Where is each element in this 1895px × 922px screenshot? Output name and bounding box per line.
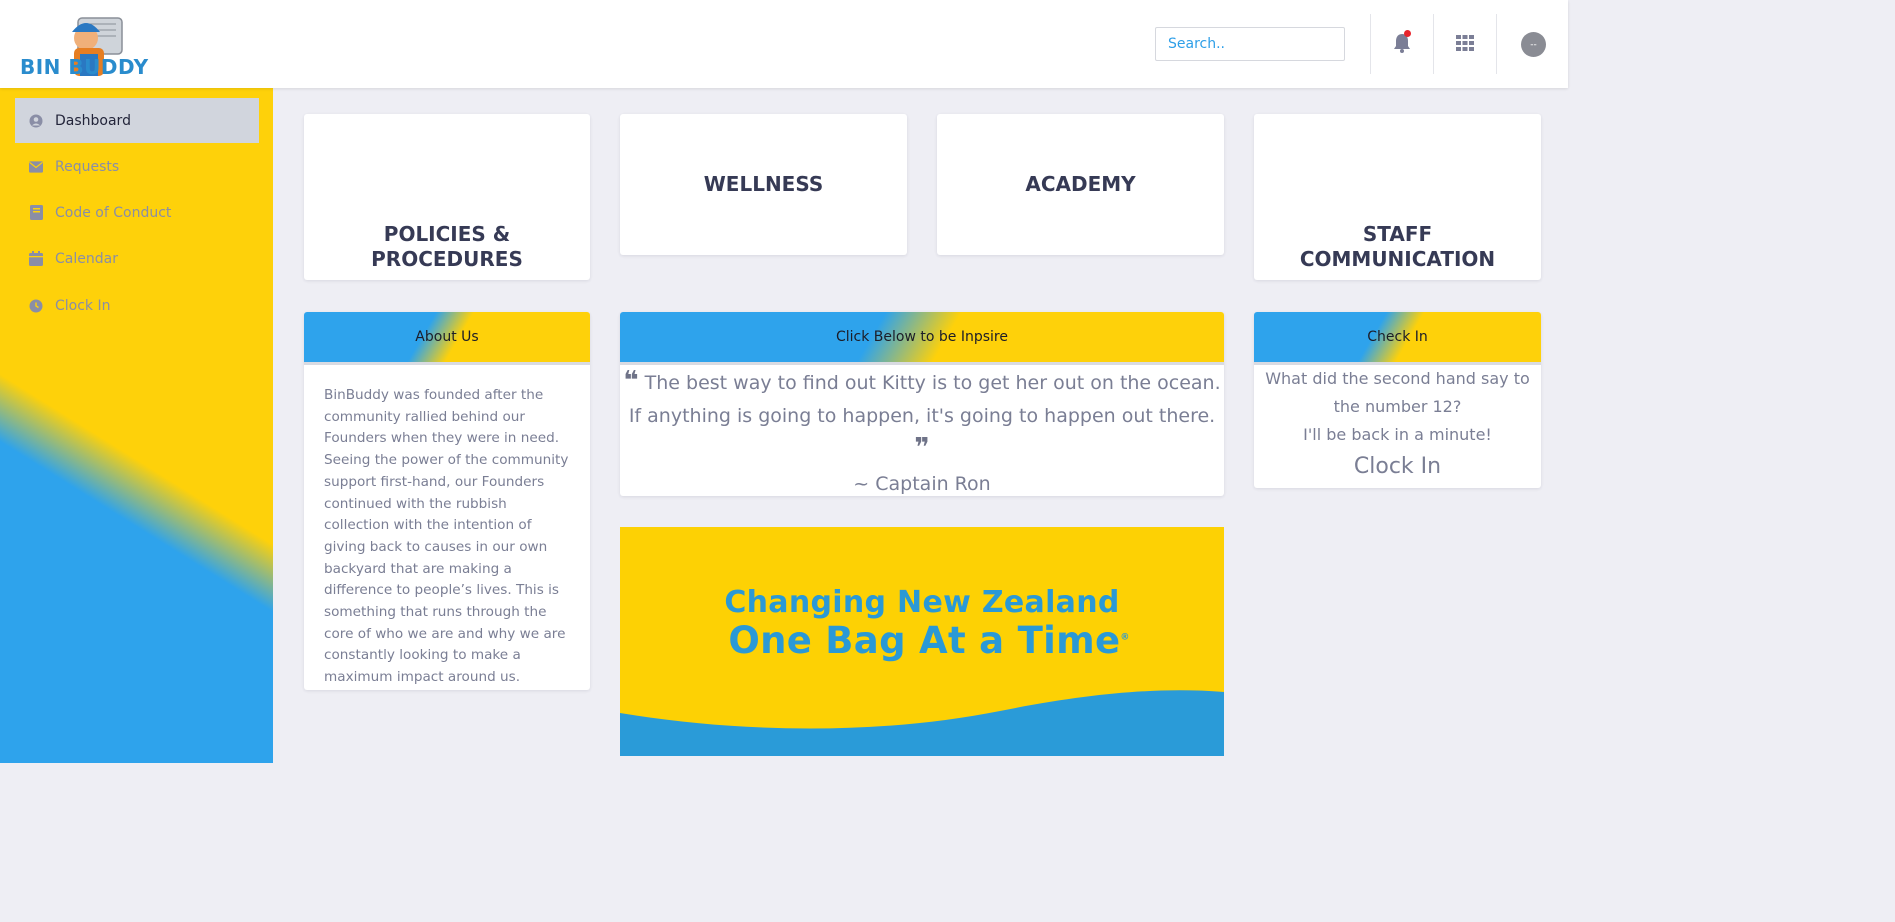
- sidebar-item-clock-in[interactable]: Clock In: [15, 283, 259, 328]
- about-us-panel: About Us BinBuddy was founded after the …: [304, 312, 590, 690]
- grid-icon: [1456, 35, 1474, 51]
- sidebar-item-code-of-conduct[interactable]: Code of Conduct: [15, 190, 259, 235]
- joke-question: What did the second hand say to the numb…: [1265, 369, 1530, 416]
- header-divider: [1433, 14, 1434, 74]
- open-quote-icon: ❝: [623, 366, 639, 396]
- user-avatar[interactable]: --: [1521, 32, 1546, 57]
- banner-wave: [620, 690, 1224, 756]
- quote-block: ❝ The best way to find out Kitty is to g…: [620, 365, 1224, 501]
- clock-icon: [29, 299, 43, 313]
- tile-policies-procedures[interactable]: POLICIES & PROCEDURES: [304, 114, 590, 280]
- quote-author: ~ Captain Ron: [853, 472, 991, 495]
- check-in-panel: Check In What did the second hand say to…: [1254, 312, 1541, 488]
- inspire-panel: Click Below to be Inpsire ❝ The best way…: [620, 312, 1224, 496]
- tile-title: STAFF COMMUNICATION: [1299, 222, 1496, 271]
- sidebar-item-requests[interactable]: Requests: [15, 144, 259, 189]
- sidebar-item-label: Clock In: [55, 297, 111, 314]
- quote-text: The best way to find out Kitty is to get…: [628, 372, 1221, 427]
- book-icon: [29, 205, 43, 220]
- notification-dot: [1404, 30, 1411, 37]
- calendar-icon: [29, 251, 43, 266]
- joke-answer: I'll be back in a minute!: [1303, 425, 1492, 444]
- sidebar: Dashboard Requests Code of Conduct Calen…: [0, 88, 273, 763]
- header-divider: [1370, 14, 1371, 74]
- tile-title: WELLNESS: [703, 172, 824, 196]
- sidebar-item-label: Requests: [55, 158, 120, 175]
- check-in-body: What did the second hand say to the numb…: [1254, 365, 1541, 485]
- sidebar-item-dashboard[interactable]: Dashboard: [15, 98, 259, 143]
- top-header: BIN BUDDY --: [0, 0, 1568, 88]
- user-circle-icon: [29, 114, 43, 128]
- sidebar-item-label: Code of Conduct: [55, 204, 172, 221]
- sidebar-item-label: Dashboard: [55, 112, 131, 129]
- header-divider: [1496, 14, 1497, 74]
- clock-in-link[interactable]: Clock In: [1254, 449, 1541, 485]
- tile-academy[interactable]: ACADEMY: [937, 114, 1224, 255]
- tile-wellness[interactable]: WELLNESS: [620, 114, 907, 255]
- notifications-button[interactable]: [1387, 28, 1417, 58]
- panel-header: About Us: [304, 312, 590, 365]
- panel-header[interactable]: Click Below to be Inpsire: [620, 312, 1224, 365]
- panel-header: Check In: [1254, 312, 1541, 365]
- about-us-text: BinBuddy was founded after the community…: [324, 387, 569, 686]
- search-input[interactable]: [1155, 27, 1345, 61]
- envelope-icon: [29, 160, 43, 174]
- apps-grid-button[interactable]: [1450, 28, 1480, 58]
- tile-title: ACADEMY: [1025, 172, 1136, 196]
- promo-banner: Changing New Zealand One Bag At a Time®: [620, 527, 1224, 756]
- sidebar-item-label: Calendar: [55, 250, 118, 267]
- close-quote-icon: ❞: [914, 433, 930, 463]
- logo-text: BIN BUDDY: [20, 55, 149, 79]
- tile-title: POLICIES & PROCEDURES: [371, 222, 523, 271]
- tile-staff-communication[interactable]: STAFF COMMUNICATION: [1254, 114, 1541, 280]
- bin-buddy-logo[interactable]: BIN BUDDY: [18, 10, 188, 82]
- sidebar-item-calendar[interactable]: Calendar: [15, 236, 259, 281]
